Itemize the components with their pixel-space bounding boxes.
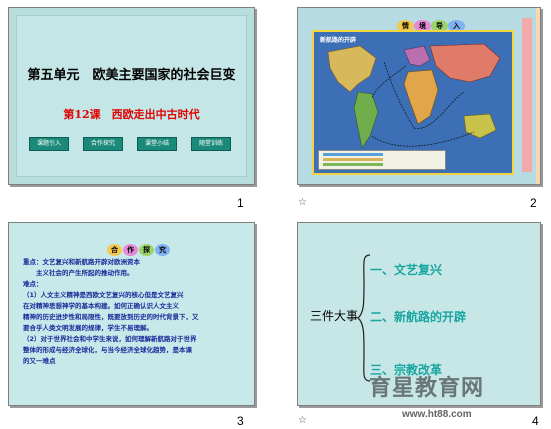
slide-thumbnail-2[interactable]: 情 境 导 入 新航路的开辟 [297, 7, 541, 185]
slide-1-title: 第五单元 欧美主要国家的社会巨变 [27, 68, 236, 83]
body-line: 重点：文艺复兴和新航路开辟对欧洲资本 [23, 258, 140, 266]
practice-button[interactable]: 随堂训练 [191, 137, 231, 151]
body-line: 精神的历史进步性和局限性，既要放到历史的时代背景下，又 [23, 313, 199, 321]
slide-number: 2 [530, 196, 537, 210]
footer-star-icon: ☆ [298, 415, 307, 426]
decorative-bar [522, 18, 532, 172]
summary-button[interactable]: 课堂小结 [137, 137, 177, 151]
tab-group: 合作探究 [107, 237, 171, 256]
body-line: 主义社会的产生所起的推动作用。 [23, 269, 134, 277]
tab-label: 作 [123, 244, 138, 256]
tab-label: 探 [139, 244, 154, 256]
decorative-strip [536, 8, 540, 184]
slide-frame [16, 15, 247, 177]
intro-button[interactable]: 课题引入 [29, 137, 69, 151]
body-line: 的又一难点 [23, 357, 56, 365]
body-line: （2）对于世界社会和中学生来说，如何理解新航路对于世界 [23, 335, 197, 343]
body-line: 在对精神思想神学的基本构建。如何正确认识人文主义 [23, 302, 179, 310]
list-item: 一、文艺复兴 [370, 263, 443, 277]
list-item: 二、新航路的开辟 [370, 310, 467, 324]
slide-thumbnail-3[interactable]: 合作探究 重点：文艺复兴和新航路开辟对欧洲资本 主义社会的产生所起的推动作用。 … [8, 222, 255, 406]
map-legend [318, 150, 446, 170]
slide-4-heading: 三件大事 [310, 309, 359, 323]
slide-3-body: 重点：文艺复兴和新航路开辟对欧洲资本 主义社会的产生所起的推动作用。 难点： （… [23, 257, 242, 367]
watermark-logo: 育星教育网 [369, 375, 485, 401]
map-title: 新航路的开辟 [320, 37, 357, 44]
explore-button[interactable]: 合作探究 [83, 137, 123, 151]
slide-thumbnail-1[interactable]: 第五单元 欧美主要国家的社会巨变 第12课 西欧走出中古时代 课题引入 合作探究… [8, 7, 255, 185]
slide-1-subtitle: 第12课 西欧走出中古时代 [63, 108, 200, 121]
slide-number: 3 [237, 414, 244, 428]
body-line: 要合乎人类文明发展的规律，学生不易理解。 [23, 324, 153, 332]
body-line: （1）人文主义精神是西欧文艺复兴的核心但是文艺复兴 [23, 291, 184, 299]
tab-label: 究 [155, 244, 170, 256]
footer-star-icon: ☆ [298, 197, 307, 208]
slide-number: 4 [532, 414, 539, 428]
slide-number: 1 [237, 196, 244, 210]
world-map: 新航路的开辟 [312, 30, 514, 175]
body-line: 整体的形成与经济全球化，与当今经济全球化趋势，是本课 [23, 346, 192, 354]
body-line: 难点： [23, 280, 43, 288]
watermark-url: www.ht88.com [402, 409, 472, 420]
tab-label: 合 [107, 244, 122, 256]
